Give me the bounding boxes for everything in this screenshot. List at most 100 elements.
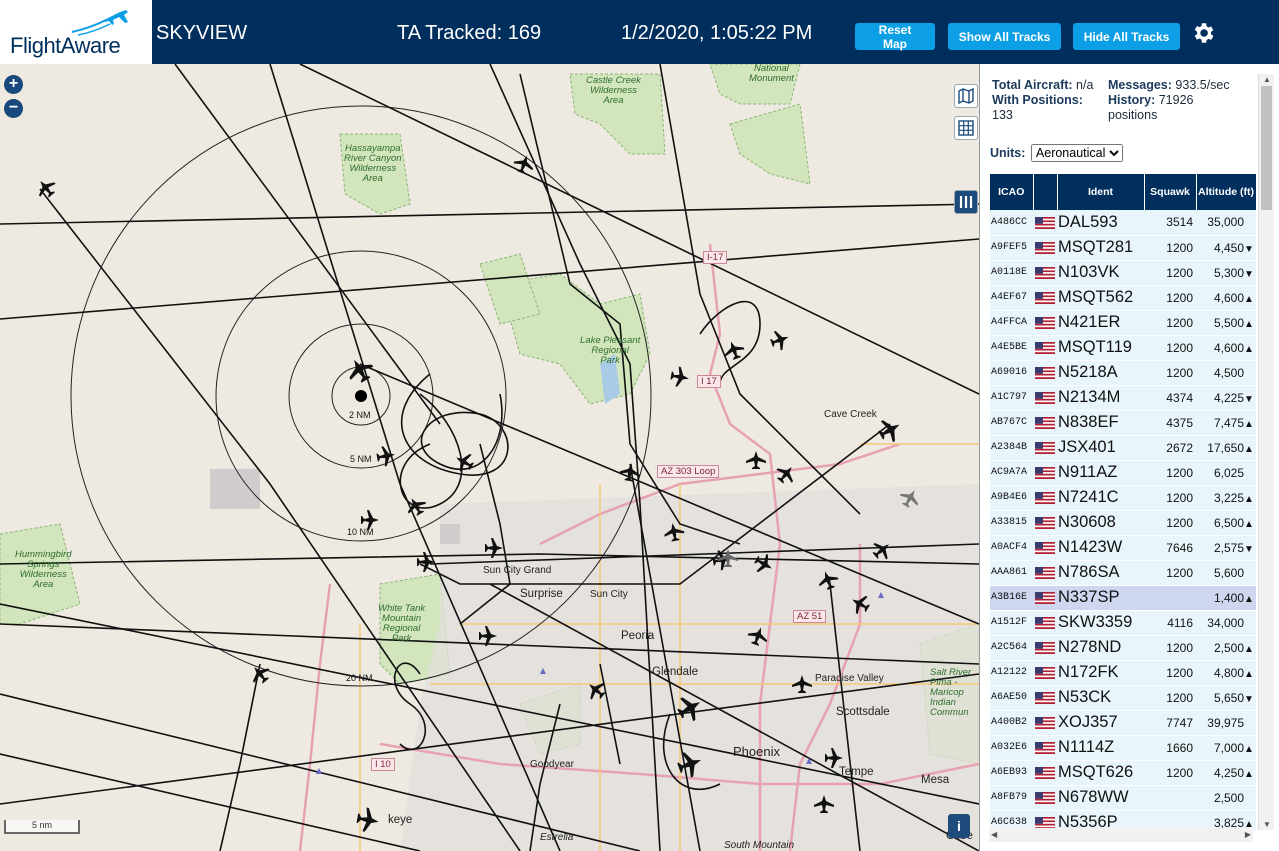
map-canvas[interactable] xyxy=(0,64,979,851)
table-row[interactable]: A2C564 N278ND 1200 2,500▲ xyxy=(990,635,1256,661)
altitude-cell: 5,600 xyxy=(1196,560,1256,586)
zoom-out-button[interactable]: − xyxy=(4,99,23,118)
altitude-cell: 6,025 xyxy=(1196,460,1256,486)
park-label: Hummingbird Springs Wilderness Area xyxy=(15,549,72,590)
grid-toggle-button[interactable] xyxy=(954,116,978,140)
us-flag-icon xyxy=(1035,567,1055,580)
altitude-value: 35,000 xyxy=(1207,215,1244,230)
table-row[interactable]: A4EF67 MSQT562 1200 4,600▲ xyxy=(990,285,1256,311)
table-row[interactable]: A9B4E6 N7241C 1200 3,225▲ xyxy=(990,485,1256,511)
icao-cell: AC9A7A xyxy=(990,460,1033,486)
flag-cell xyxy=(1033,410,1057,436)
table-row[interactable]: A6EB93 MSQT626 1200 4,250▲ xyxy=(990,760,1256,786)
squawk-cell: 1200 xyxy=(1144,660,1196,686)
us-flag-icon xyxy=(1035,592,1055,605)
table-row[interactable]: A6AE50 N53CK 1200 5,650▼ xyxy=(990,685,1256,711)
ring-label-2nm: 2 NM xyxy=(349,410,371,420)
info-button[interactable]: i xyxy=(948,814,970,838)
squawk-cell: 1200 xyxy=(1144,485,1196,511)
table-row[interactable]: A4FFCA N421ER 1200 5,500▲ xyxy=(990,310,1256,336)
column-header-squawk[interactable]: Squawk xyxy=(1144,174,1197,210)
table-row[interactable]: A0ACF4 N1423W 7646 2,575▼ xyxy=(990,535,1256,561)
tracked-count: TA Tracked: 169 xyxy=(397,22,542,44)
altitude-value: 3,225 xyxy=(1213,490,1244,505)
icao-cell: A3B16E xyxy=(990,585,1033,611)
flightaware-logo[interactable]: FlightAware xyxy=(0,0,152,64)
ident-cell: N53CK xyxy=(1057,685,1144,711)
table-row[interactable]: A69016 N5218A 1200 4,500 xyxy=(990,360,1256,386)
table-row[interactable]: A3B16E N337SP 1,400▲ xyxy=(990,585,1256,611)
flag-cell xyxy=(1033,635,1057,661)
park-label: Lake Pleasant Regional Park xyxy=(580,335,641,366)
altitude-cell: 2,500▲ xyxy=(1196,635,1256,661)
column-header-altitude[interactable]: Altitude (ft) xyxy=(1196,174,1256,210)
table-row[interactable]: A2384B JSX401 2672 17,650▲ xyxy=(990,435,1256,461)
us-flag-icon xyxy=(1035,617,1055,630)
table-row[interactable]: A0118E N103VK 1200 5,300▼ xyxy=(990,260,1256,286)
us-flag-icon xyxy=(1035,317,1055,330)
logo-wordmark: FlightAware xyxy=(10,33,121,58)
table-row[interactable]: A400B2 XOJ357 7747 39,975 xyxy=(990,710,1256,736)
squawk-cell: 1200 xyxy=(1144,685,1196,711)
altitude-trend-icon: ▲ xyxy=(1244,743,1254,755)
column-header-flag[interactable] xyxy=(1033,174,1058,210)
map-layers-button[interactable] xyxy=(954,84,978,108)
us-flag-icon xyxy=(1035,242,1055,255)
table-horizontal-scrollbar[interactable]: ◀ ▶ xyxy=(989,828,1253,842)
us-flag-icon xyxy=(1035,342,1055,355)
show-all-tracks-button[interactable]: Show All Tracks xyxy=(948,23,1061,50)
ident-cell: N337SP xyxy=(1057,585,1144,611)
altitude-trend-icon: ▲ xyxy=(1244,768,1254,780)
icao-cell: A4E5BE xyxy=(990,335,1033,361)
units-select[interactable]: Aeronautical xyxy=(1030,144,1123,162)
altitude-trend-icon: ▼ xyxy=(1244,693,1254,705)
table-row[interactable]: A33815 N30608 1200 6,500▲ xyxy=(990,510,1256,536)
flag-cell xyxy=(1033,535,1057,561)
map-view[interactable]: 2 NM 5 NM 10 NM 20 NM National Monument … xyxy=(0,64,979,851)
flag-cell xyxy=(1033,560,1057,586)
table-row[interactable]: A12122 N172FK 1200 4,800▲ xyxy=(990,660,1256,686)
table-row[interactable]: A1512F SKW3359 4116 34,000 xyxy=(990,610,1256,636)
gear-icon[interactable] xyxy=(1190,20,1216,46)
city-label: Sun City xyxy=(590,589,628,600)
altitude-trend-icon: ▲ xyxy=(1244,343,1254,355)
road-label: AZ 51 xyxy=(793,610,827,623)
clock-display: 1/2/2020, 1:05:22 PM xyxy=(621,22,813,44)
ident-cell: N678WW xyxy=(1057,785,1144,811)
altitude-cell: 1,400▲ xyxy=(1196,585,1256,611)
table-row[interactable]: A8FB79 N678WW 2,500 xyxy=(990,785,1256,811)
flag-cell xyxy=(1033,285,1057,311)
table-row[interactable]: A9FEF5 MSQT281 1200 4,450▼ xyxy=(990,235,1256,261)
column-header-ident[interactable]: Ident xyxy=(1057,174,1145,210)
city-label: Surprise xyxy=(520,588,563,600)
city-label: South Mountain xyxy=(724,840,795,851)
column-header-icao[interactable]: ICAO xyxy=(990,174,1034,210)
aircraft-table-wrap[interactable]: ICAO Ident Squawk Altitude (ft) A486CC DA… xyxy=(990,174,1256,830)
table-row[interactable]: A4E5BE MSQT119 1200 4,600▲ xyxy=(990,335,1256,361)
scrollbar-thumb[interactable] xyxy=(1261,86,1272,210)
table-row[interactable]: AB767C N838EF 4375 7,475▲ xyxy=(990,410,1256,436)
table-row[interactable]: AC9A7A N911AZ 1200 6,025 xyxy=(990,460,1256,486)
columns-icon xyxy=(959,196,973,208)
with-positions-label: With Positions: xyxy=(992,93,1083,107)
zoom-in-button[interactable]: + xyxy=(4,75,23,94)
altitude-trend-icon: ▲ xyxy=(1244,418,1254,430)
squawk-cell: 1200 xyxy=(1144,510,1196,536)
ident-cell: N838EF xyxy=(1057,410,1144,436)
us-flag-icon xyxy=(1035,792,1055,805)
table-row[interactable]: A1C797 N2134M 4374 4,225▼ xyxy=(990,385,1256,411)
reset-map-button[interactable]: Reset Map xyxy=(855,23,935,51)
map-icon xyxy=(958,87,974,105)
ident-cell: N1114Z xyxy=(1057,735,1144,761)
hide-all-tracks-button[interactable]: Hide All Tracks xyxy=(1073,23,1180,50)
table-row[interactable]: A6C638 N5356P 3,825▲ xyxy=(990,810,1256,830)
table-row[interactable]: AAA861 N786SA 1200 5,600 xyxy=(990,560,1256,586)
altitude-value: 2,500 xyxy=(1213,790,1244,805)
altitude-cell: 4,800▲ xyxy=(1196,660,1256,686)
table-row[interactable]: A486CC DAL593 3514 35,000 xyxy=(990,210,1256,236)
us-flag-icon xyxy=(1035,367,1055,380)
sidebar-toggle-button[interactable] xyxy=(954,190,978,214)
table-row[interactable]: A032E6 N1114Z 1660 7,000▲ xyxy=(990,735,1256,761)
aircraft-sidebar: Total Aircraft: n/a With Positions: 133 M… xyxy=(979,64,1279,851)
sidebar-scrollbar[interactable]: ▲ ▼ xyxy=(1258,74,1274,830)
